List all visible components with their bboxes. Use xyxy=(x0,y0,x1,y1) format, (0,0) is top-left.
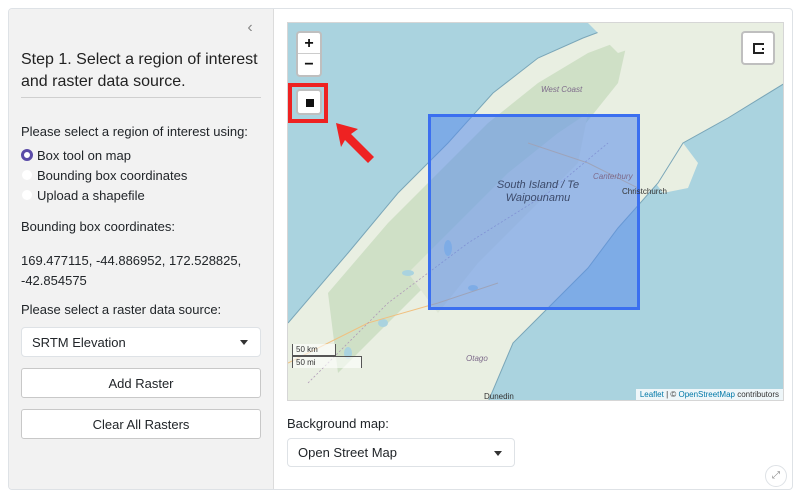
raster-source-select[interactable]: SRTM Elevation xyxy=(21,327,261,357)
sidebar-title: Step 1. Select a region of interest and … xyxy=(21,51,258,90)
attribution-sep: | © xyxy=(663,390,679,399)
roi-label: Please select a region of interest using… xyxy=(21,124,248,139)
radio-label: Box tool on map xyxy=(37,147,131,163)
add-raster-button[interactable]: Add Raster xyxy=(21,368,261,398)
label-west-coast: West Coast xyxy=(541,85,583,94)
radio-checked-icon[interactable] xyxy=(21,149,33,161)
radio-upload-shapefile[interactable]: Upload a shapefile xyxy=(21,186,145,204)
background-map-label: Background map: xyxy=(287,416,389,431)
expand-icon[interactable]: ⤢ xyxy=(765,465,787,487)
app-frame: ‹ Step 1. Select a region of interest an… xyxy=(8,8,793,490)
red-arrow-icon xyxy=(336,123,374,163)
scale-km: 50 km xyxy=(292,344,336,356)
raster-label: Please select a raster data source: xyxy=(21,302,222,317)
zoom-in-button[interactable]: + xyxy=(298,33,320,54)
clear-rasters-button[interactable]: Clear All Rasters xyxy=(21,409,261,439)
radio-label: Bounding box coordinates xyxy=(37,167,188,183)
attribution-contributors: contributors xyxy=(734,390,779,399)
background-map-select[interactable]: Open Street Map xyxy=(287,438,515,467)
selected-region-box[interactable] xyxy=(428,114,640,310)
osm-link[interactable]: OpenStreetMap xyxy=(678,390,734,399)
radio-box-tool[interactable]: Box tool on map xyxy=(21,146,131,164)
layers-icon xyxy=(753,43,764,54)
layers-button[interactable] xyxy=(741,31,775,65)
map[interactable]: West Coast Canterbury Christchurch Otago… xyxy=(287,22,784,401)
bbox-value: 169.477115, -44.886952, 172.528825, -42.… xyxy=(21,253,242,288)
radio-unchecked-icon[interactable] xyxy=(21,189,33,201)
label-otago: Otago xyxy=(466,354,488,363)
zoom-control: + − xyxy=(296,31,322,77)
caret-down-icon xyxy=(240,340,248,345)
label-canterbury: Canterbury xyxy=(593,172,633,181)
bbox-label: Bounding box coordinates: xyxy=(21,219,175,234)
leaflet-link[interactable]: Leaflet xyxy=(640,390,664,399)
divider xyxy=(21,97,261,98)
radio-label: Upload a shapefile xyxy=(37,187,145,203)
raster-selected-value: SRTM Elevation xyxy=(32,334,126,350)
scale-mi: 50 mi xyxy=(292,356,362,368)
draw-rectangle-button[interactable] xyxy=(296,89,322,115)
label-south-island: South Island / Te Waipounamu xyxy=(496,179,580,204)
label-christchurch: Christchurch xyxy=(622,187,667,196)
map-attribution: Leaflet | © OpenStreetMap contributors xyxy=(635,389,783,400)
zoom-out-button[interactable]: − xyxy=(298,54,320,75)
radio-bbox-coordinates[interactable]: Bounding box coordinates xyxy=(21,166,187,184)
caret-down-icon xyxy=(494,451,502,456)
square-icon xyxy=(306,99,314,107)
sidebar: ‹ Step 1. Select a region of interest an… xyxy=(9,9,274,489)
label-dunedin: Dunedin xyxy=(484,392,514,401)
background-selected-value: Open Street Map xyxy=(298,445,397,460)
radio-unchecked-icon[interactable] xyxy=(21,169,33,181)
chevron-left-icon[interactable]: ‹ xyxy=(241,19,259,37)
scale-bar: 50 km 50 mi xyxy=(292,344,362,368)
